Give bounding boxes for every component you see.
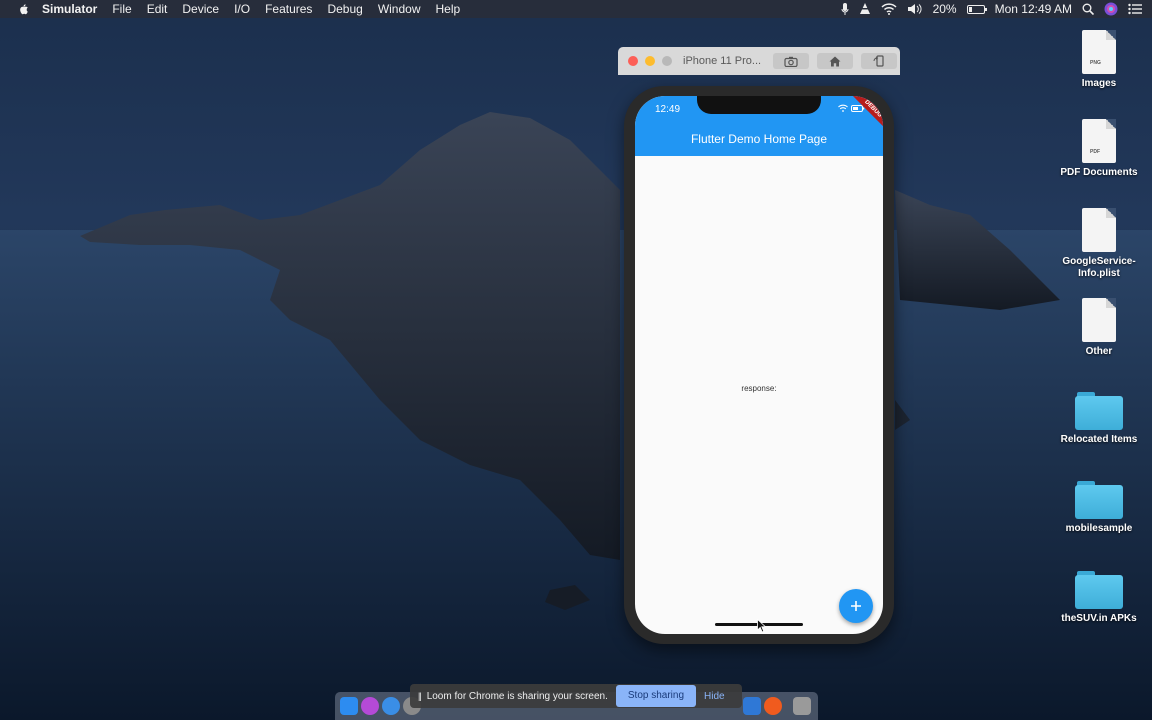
camera-icon <box>784 56 798 67</box>
menu-bar: Simulator File Edit Device I/O Features … <box>0 0 1152 18</box>
safari-icon[interactable] <box>382 697 400 715</box>
status-bar-time: 12:49 <box>655 104 681 115</box>
desktop-wallpaper <box>0 0 1152 720</box>
volume-icon[interactable] <box>907 3 923 15</box>
wifi-icon[interactable] <box>881 3 897 15</box>
debug-banner: DEBUG <box>849 96 883 133</box>
microphone-icon[interactable] <box>841 3 849 15</box>
wifi-icon <box>838 104 848 112</box>
folder-icon <box>1075 481 1123 519</box>
mouse-cursor-icon <box>757 619 767 633</box>
desktop-icon-images[interactable]: PNG Images <box>1054 30 1144 90</box>
desktop-icon-other[interactable]: Other <box>1054 298 1144 358</box>
battery-percentage: 20% <box>932 2 957 16</box>
xcode-icon[interactable] <box>743 697 761 715</box>
menu-help[interactable]: Help <box>436 0 461 18</box>
png-file-icon: PNG <box>1082 30 1116 74</box>
notification-center-icon[interactable] <box>1128 3 1142 15</box>
floating-action-button[interactable] <box>839 589 873 623</box>
spotlight-search-icon[interactable] <box>1082 3 1094 15</box>
menu-app-simulator[interactable]: Simulator <box>42 0 97 18</box>
home-icon <box>829 56 841 66</box>
postman-icon[interactable] <box>764 697 782 715</box>
document-file-icon <box>1082 298 1116 342</box>
menu-io[interactable]: I/O <box>234 0 250 18</box>
hide-button[interactable]: Hide <box>704 691 725 702</box>
simulator-window-toolbar[interactable]: iPhone 11 Pro... <box>618 47 900 75</box>
desktop-icon-label: Relocated Items <box>1060 434 1138 445</box>
menu-device[interactable]: Device <box>182 0 219 18</box>
desktop-icon-pdf-documents[interactable]: PDF PDF Documents <box>1054 119 1144 179</box>
trash-icon[interactable] <box>793 697 811 715</box>
app-bar: 12:49 Flutter Demo Home Page DEBUG <box>635 96 883 156</box>
folder-icon <box>1075 571 1123 609</box>
desktop-icon-label: PDF Documents <box>1060 167 1138 178</box>
window-zoom-button[interactable] <box>662 56 672 66</box>
battery-icon[interactable] <box>966 4 987 14</box>
plus-icon <box>851 601 861 611</box>
desktop-icon-googleservice-plist[interactable]: GoogleService-Info.plist <box>1054 208 1144 280</box>
pdf-file-icon: PDF <box>1082 119 1116 163</box>
apple-menu-icon[interactable] <box>16 2 30 16</box>
menu-clock[interactable]: Mon 12:49 AM <box>995 2 1072 16</box>
menu-window[interactable]: Window <box>378 0 421 18</box>
iphone-device-frame: 12:49 Flutter Demo Home Page DEBUG respo… <box>624 86 894 644</box>
vlc-cone-icon[interactable] <box>859 3 871 15</box>
home-button[interactable] <box>817 53 853 69</box>
siri-icon[interactable] <box>361 697 379 715</box>
desktop-icon-relocated-items[interactable]: Relocated Items <box>1054 392 1144 446</box>
window-close-button[interactable] <box>628 56 638 66</box>
desktop-icon-label: theSUV.in APKs <box>1061 613 1137 624</box>
window-minimize-button[interactable] <box>645 56 655 66</box>
menu-file[interactable]: File <box>112 0 131 18</box>
desktop-icon-label: GoogleService-Info.plist <box>1062 256 1136 279</box>
screen-sharing-bar: || Loom for Chrome is sharing your scree… <box>410 684 742 708</box>
desktop-icon-thesuv-apks[interactable]: theSUV.in APKs <box>1054 571 1144 625</box>
wallpaper-landscape <box>0 112 1152 720</box>
desktop-icon-label: Other <box>1085 346 1113 357</box>
app-bar-title: Flutter Demo Home Page <box>690 132 828 146</box>
document-file-icon <box>1082 208 1116 252</box>
status-bar-icons <box>838 104 865 112</box>
siri-icon[interactable] <box>1104 2 1118 16</box>
desktop-icon-mobilesample[interactable]: mobilesample <box>1054 481 1144 535</box>
rotate-icon <box>873 55 884 67</box>
phone-notch <box>697 96 821 114</box>
simulator-window-title: iPhone 11 Pro... <box>683 55 762 67</box>
menu-debug[interactable]: Debug <box>327 0 362 18</box>
desktop-icon-label: Images <box>1081 78 1117 89</box>
desktop-icon-label: mobilesample <box>1065 523 1133 534</box>
sharing-message: Loom for Chrome is sharing your screen. <box>426 690 608 702</box>
menu-features[interactable]: Features <box>265 0 312 18</box>
rotate-button[interactable] <box>861 53 897 69</box>
folder-icon <box>1075 392 1123 430</box>
stop-sharing-button[interactable]: Stop sharing <box>615 685 697 707</box>
menu-edit[interactable]: Edit <box>147 0 168 18</box>
finder-icon[interactable] <box>340 697 358 715</box>
pause-icon[interactable]: || <box>418 691 422 701</box>
screenshot-button[interactable] <box>773 53 809 69</box>
phone-screen[interactable]: 12:49 Flutter Demo Home Page DEBUG respo… <box>635 96 883 634</box>
response-label: response: <box>741 384 777 393</box>
menu-bar-tray: 20% Mon 12:49 AM <box>841 0 1152 18</box>
